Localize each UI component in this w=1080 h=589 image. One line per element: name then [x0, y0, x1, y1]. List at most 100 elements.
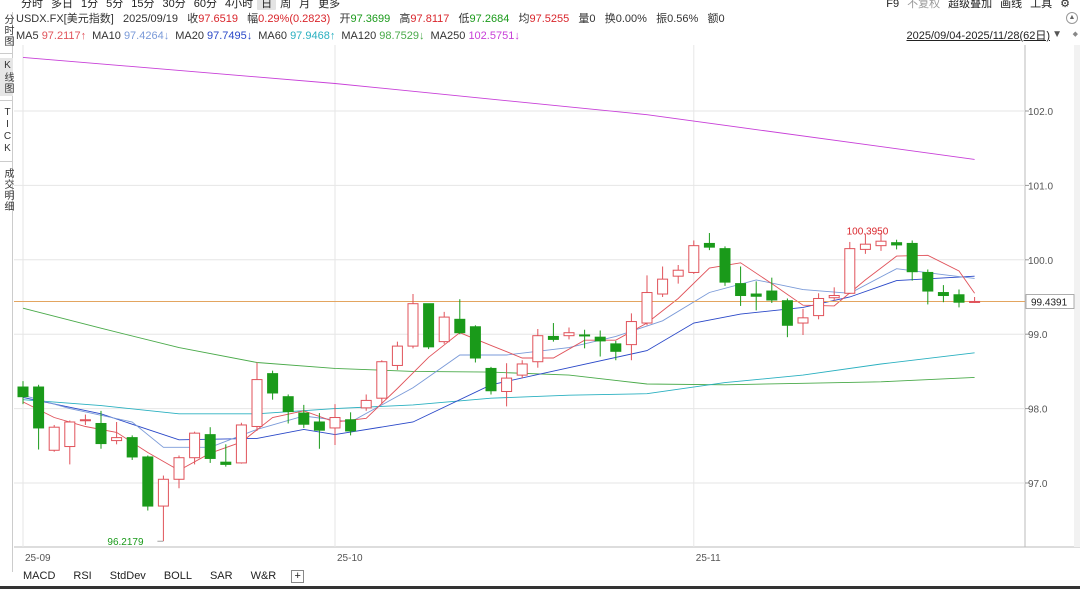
candle-body	[48, 426, 60, 451]
candle-body	[17, 386, 29, 398]
y-tick-label: 101.0	[1028, 181, 1053, 192]
candle	[657, 266, 669, 297]
candle-body	[267, 373, 279, 394]
candle	[532, 328, 544, 368]
candle-body	[345, 419, 357, 432]
indicator-tab[interactable]: MACD	[14, 570, 64, 582]
candle	[969, 297, 981, 303]
candle	[329, 404, 341, 446]
high-annotation: 100.3950	[847, 226, 889, 237]
candle-body	[79, 419, 91, 422]
candle	[781, 298, 793, 338]
candle	[813, 293, 825, 320]
candle	[735, 266, 747, 306]
low-annotation: 96.2179	[107, 537, 144, 548]
candle	[17, 381, 29, 405]
candle-body	[953, 294, 965, 303]
candle-body	[204, 434, 216, 459]
candle-body	[641, 292, 653, 324]
candle-body	[906, 242, 918, 273]
candle-body	[937, 292, 949, 297]
candle	[797, 308, 809, 335]
candle-body	[173, 457, 185, 480]
candle	[235, 422, 247, 464]
candle	[641, 275, 653, 326]
candle-body	[298, 412, 310, 425]
candle	[438, 311, 450, 344]
indicator-tab[interactable]: StdDev	[101, 570, 155, 582]
candle-body	[189, 432, 201, 459]
ma-line-ma250	[22, 56, 975, 160]
candle	[48, 424, 60, 452]
candle-body	[781, 300, 793, 326]
x-tick-label: 25-10	[337, 553, 363, 564]
candle	[251, 362, 263, 431]
candle-body	[313, 421, 325, 431]
candle-body	[407, 303, 419, 347]
candle-body	[813, 297, 825, 317]
candle	[844, 241, 856, 295]
candle-body	[859, 243, 871, 250]
candle	[828, 287, 840, 301]
candle	[563, 327, 575, 340]
candle-body	[111, 437, 123, 442]
candle-body	[282, 396, 294, 413]
candle-body	[329, 417, 341, 429]
candle-body	[891, 242, 903, 246]
candle	[376, 360, 388, 405]
candle	[267, 370, 279, 400]
candle-body	[516, 363, 528, 376]
candle	[220, 444, 232, 467]
candle	[688, 240, 700, 274]
candle-body	[95, 422, 107, 445]
ma-line-ma120	[22, 307, 975, 386]
indicator-tab[interactable]: RSI	[64, 570, 100, 582]
y-tick-label: 97.0	[1028, 479, 1048, 490]
candle-body	[157, 478, 169, 507]
candle-body	[969, 300, 981, 303]
candle	[672, 265, 684, 284]
candle	[33, 384, 45, 450]
candle-body	[469, 326, 481, 359]
y-tick-label: 102.0	[1028, 107, 1053, 118]
candle-body	[235, 424, 247, 464]
indicator-tab[interactable]: BOLL	[155, 570, 201, 582]
candle	[579, 329, 591, 349]
candle-body	[735, 283, 747, 297]
candle	[953, 289, 965, 308]
candle-body	[797, 317, 809, 324]
candle	[142, 455, 154, 511]
indicator-tab[interactable]: SAR	[201, 570, 242, 582]
candle	[485, 366, 497, 395]
candle	[95, 410, 107, 449]
candle	[407, 294, 419, 349]
candle-body	[672, 269, 684, 277]
candle	[391, 341, 403, 370]
candle	[906, 240, 918, 281]
ma-line-ma5	[22, 254, 975, 471]
candle-body	[251, 379, 263, 427]
indicator-tab[interactable]: W&R	[242, 570, 286, 582]
candle-body	[688, 245, 700, 273]
indicator-tabs: MACD RSI StdDev BOLL SAR W&R +	[14, 567, 1080, 585]
candlestick-chart[interactable]: 97.0 98.0 99.0 100.0 101.0 102.0 25-09 25-10 25-…	[0, 0, 1080, 567]
candle-body	[126, 437, 138, 458]
ma-line-ma20	[22, 275, 975, 441]
candle	[703, 233, 715, 251]
current-price-label: 99.4391	[1031, 298, 1068, 309]
candle-body	[220, 461, 232, 465]
candle-body	[532, 335, 544, 363]
candle-body	[547, 335, 559, 340]
candle-body	[423, 303, 435, 348]
candle-body	[485, 367, 497, 392]
candle-body	[828, 295, 840, 299]
y-tick-label: 100.0	[1028, 256, 1053, 267]
candle	[64, 420, 76, 465]
candle-body	[33, 386, 45, 429]
add-indicator-icon[interactable]: +	[291, 569, 305, 583]
candle-body	[610, 343, 622, 352]
candle	[891, 239, 903, 250]
candle	[454, 299, 466, 335]
y-tick-label: 98.0	[1028, 405, 1048, 416]
candle-body	[376, 361, 388, 399]
